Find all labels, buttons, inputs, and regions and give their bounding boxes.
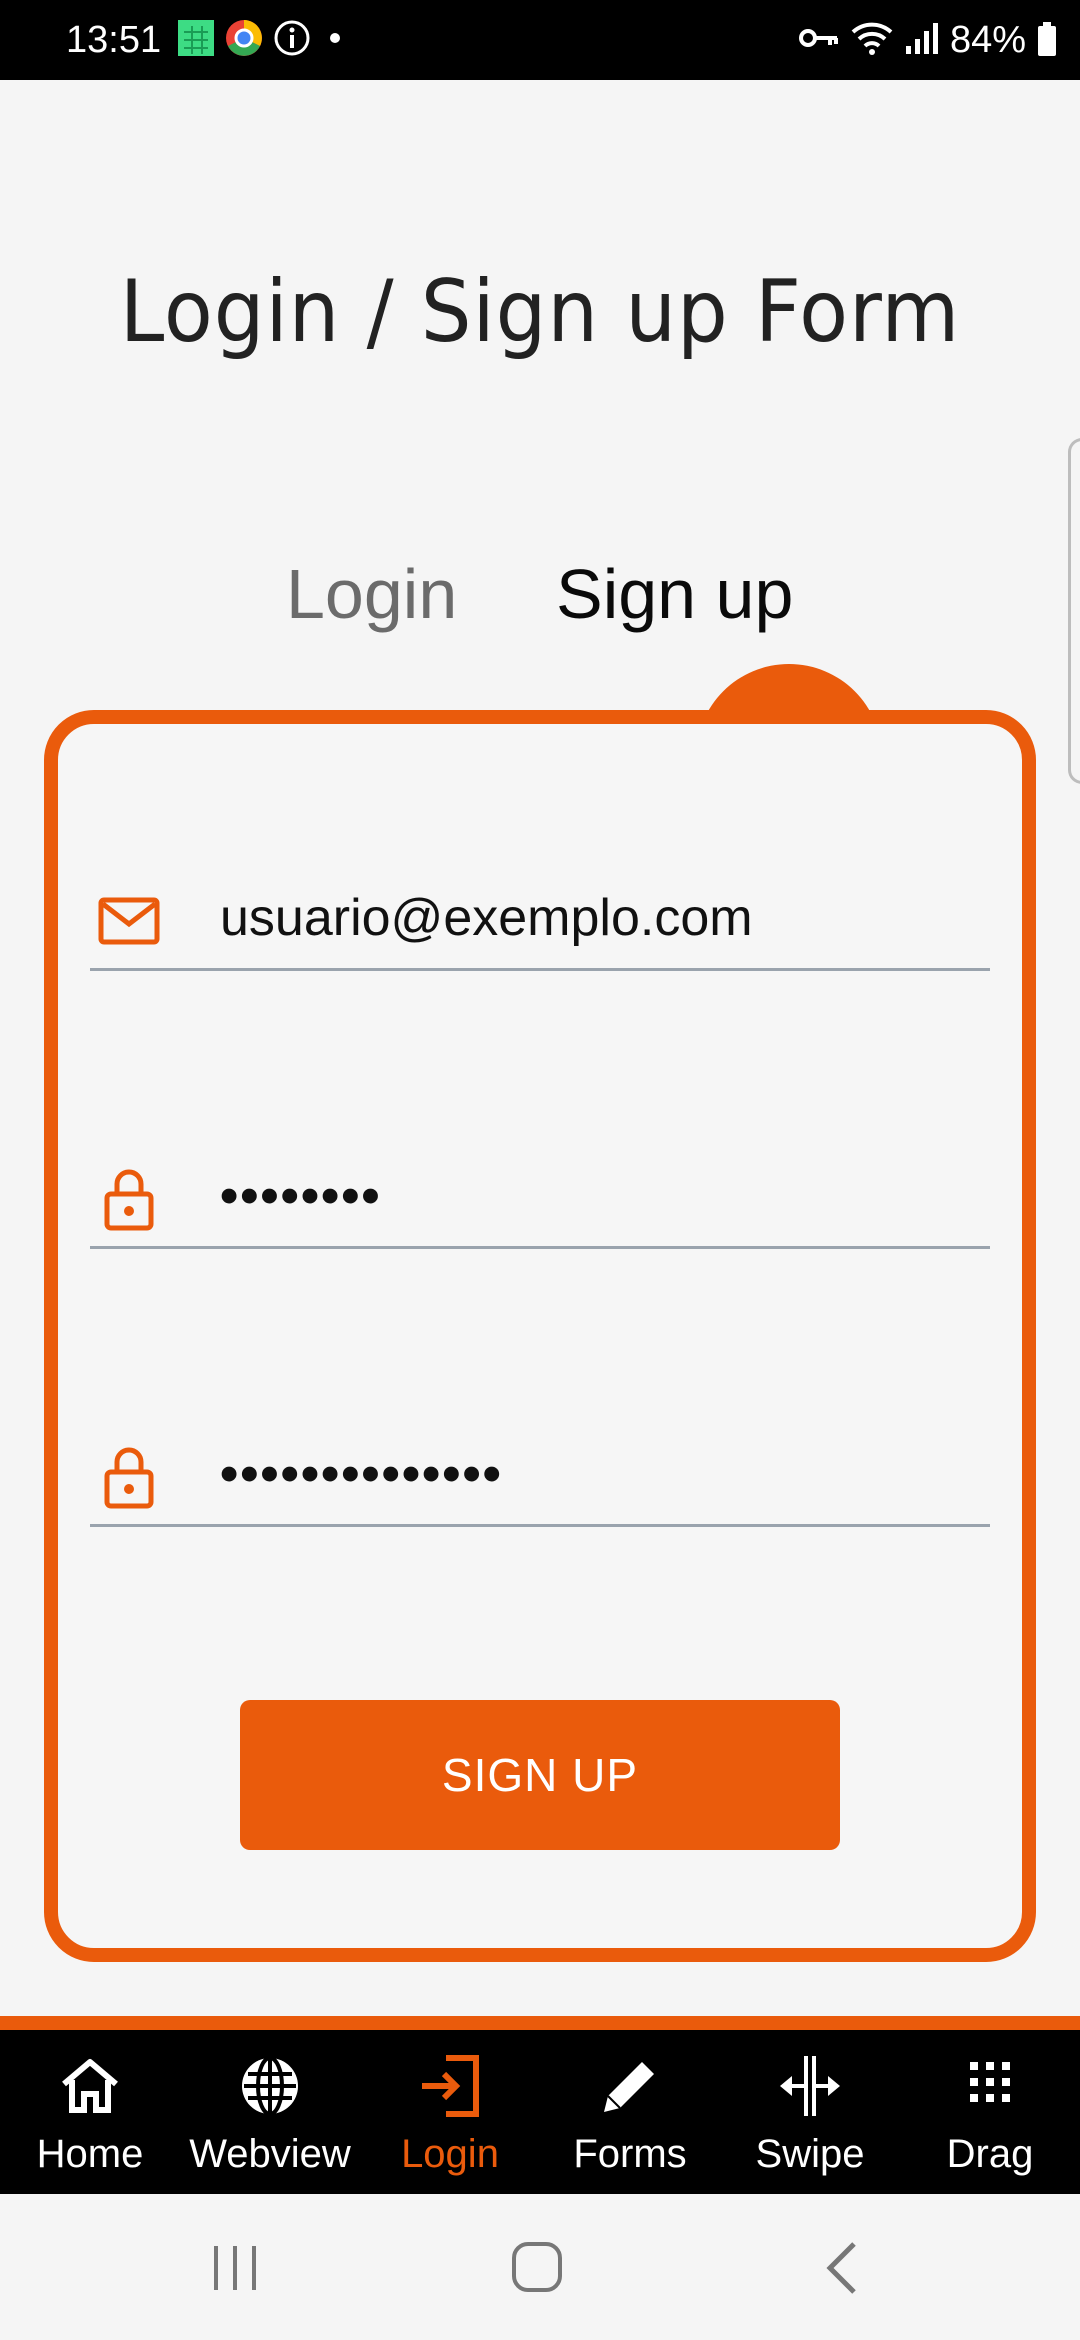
- confirm-password-field[interactable]: ••••••••••••••: [90, 1424, 990, 1527]
- nav-item-home[interactable]: Home: [0, 2030, 180, 2194]
- back-icon[interactable]: [808, 2238, 878, 2298]
- bottom-nav-accent-bar: [0, 2016, 1080, 2030]
- signup-button[interactable]: SIGN UP: [240, 1700, 840, 1850]
- nav-item-forms[interactable]: Forms: [540, 2030, 720, 2194]
- home-button-icon[interactable]: [502, 2238, 572, 2298]
- status-bar: 13:51 84%: [0, 0, 1080, 80]
- lock-icon: [96, 1444, 162, 1510]
- grid-icon: [970, 2062, 1010, 2102]
- password-field[interactable]: ••••••••: [90, 1146, 990, 1249]
- nav-item-drag[interactable]: Drag: [900, 2030, 1080, 2194]
- battery-icon: [1036, 18, 1058, 63]
- nav-label: Login: [401, 2132, 499, 2176]
- nav-label: Drag: [946, 2132, 1034, 2176]
- wifi-icon: [850, 18, 894, 63]
- nav-label: Forms: [573, 2132, 687, 2176]
- email-field[interactable]: usuario@exemplo.com: [90, 868, 990, 971]
- notification-icons: [176, 18, 350, 62]
- edge-panel-handle[interactable]: [1068, 438, 1080, 784]
- bottom-navigation: Home Webview Login Forms Swipe Drag: [0, 2030, 1080, 2194]
- login-icon: [422, 2055, 479, 2117]
- nav-label: Swipe: [755, 2132, 865, 2176]
- password-value: ••••••••: [220, 1167, 382, 1225]
- battery-percentage: 84%: [949, 19, 1026, 61]
- tab-signup[interactable]: Sign up: [556, 552, 793, 636]
- nav-item-webview[interactable]: Webview: [180, 2030, 360, 2194]
- confirm-password-value: ••••••••••••••: [220, 1445, 503, 1503]
- sheets-app-icon: [176, 18, 216, 63]
- vpn-key-icon: [798, 18, 840, 63]
- email-value: usuario@exemplo.com: [220, 889, 753, 947]
- home-icon: [62, 2059, 118, 2113]
- nav-label: Home: [36, 2132, 144, 2176]
- nav-item-login[interactable]: Login: [360, 2030, 540, 2194]
- dot-icon: [320, 18, 350, 63]
- status-time: 13:51: [66, 19, 162, 61]
- globe-icon: [242, 2056, 298, 2116]
- system-navigation-bar: [0, 2194, 1080, 2340]
- nav-item-swipe[interactable]: Swipe: [720, 2030, 900, 2194]
- recent-apps-icon[interactable]: [200, 2238, 270, 2298]
- email-icon: [96, 888, 162, 954]
- system-status-icons: 84%: [798, 18, 1058, 62]
- signal-icon: [904, 18, 940, 63]
- tab-login[interactable]: Login: [286, 552, 457, 636]
- pencil-icon: [604, 2062, 654, 2112]
- info-icon: [272, 18, 312, 63]
- chrome-app-icon: [224, 18, 264, 63]
- nav-label: Webview: [189, 2132, 351, 2176]
- lock-icon: [96, 1166, 162, 1232]
- page-title: Login / Sign up Form: [119, 262, 961, 362]
- swipe-icon: [780, 2056, 840, 2116]
